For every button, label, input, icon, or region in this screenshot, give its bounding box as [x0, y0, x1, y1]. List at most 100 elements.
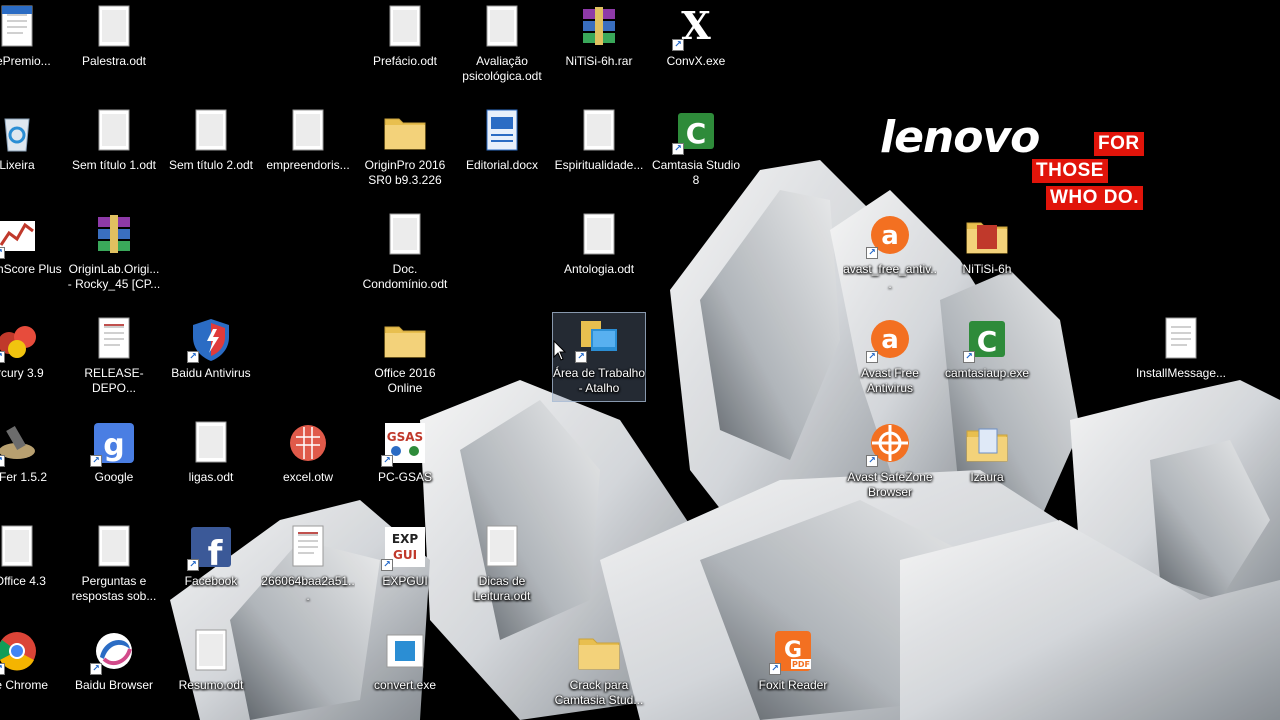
- icon-label: Lixeira: [0, 158, 35, 172]
- icon-label: Crack para Camtasia Stud...: [554, 678, 644, 707]
- foxit-reader-icon: G PDF ↗: [769, 627, 817, 675]
- desktop-icon-crack-camtasia[interactable]: Crack para Camtasia Stud...: [552, 624, 646, 714]
- desktop-icon-eoffice[interactable]: eOffice 4.3: [0, 520, 64, 610]
- desktop-icon-originpro[interactable]: OriginPro 2016 SR0 b9.3.226: [358, 104, 452, 194]
- document-icon: [381, 3, 429, 51]
- folder-icon: [381, 107, 429, 155]
- document-icon: [90, 107, 138, 155]
- desktop-icon-google[interactable]: g ↗ Google: [67, 416, 161, 506]
- desktop-icon-doc-condominio[interactable]: Doc. Condomínio.odt: [358, 208, 452, 298]
- brand-tagline-1: FOR: [1094, 132, 1144, 156]
- icon-label: Facebook: [184, 574, 238, 588]
- desktop-icon-resumo[interactable]: Resumo.odt: [164, 624, 258, 714]
- icon-label: Editorial.docx: [465, 158, 539, 172]
- folder-icon: [381, 315, 429, 363]
- icon-label: Camtasia Studio 8: [651, 158, 741, 187]
- desktop-icon-release-depo[interactable]: RELEASE-DEPO...: [67, 312, 161, 402]
- shortcut-arrow-icon: ↗: [866, 351, 878, 363]
- desktop-icon-dicas-de-leitura[interactable]: Dicas de Leitura.odt: [455, 520, 549, 610]
- svg-text:EXP: EXP: [392, 532, 418, 546]
- desktop-icon-google-chrome[interactable]: ↗ gle Chrome: [0, 624, 64, 714]
- desktop-icon-espiritualidade[interactable]: Espiritualidade...: [552, 104, 646, 194]
- desktop-icon-originlab-rar[interactable]: OriginLab.Origi... - Rocky_45 [CP...: [67, 208, 161, 298]
- desktop-icon-asepremio[interactable]: asePremio...: [0, 0, 64, 90]
- desktop-icon-excel-otw[interactable]: excel.otw: [261, 416, 355, 506]
- shortcut-arrow-icon: ↗: [187, 351, 199, 363]
- pcgsas-icon: GSAS ↗: [381, 419, 429, 467]
- brand-wordmark: lenovo: [880, 112, 1040, 163]
- desktop-icon-avast-free[interactable]: a ↗ Avast Free Antivirus: [843, 312, 937, 402]
- document-icon: [187, 419, 235, 467]
- baidu-browser-icon: ↗: [90, 627, 138, 675]
- desktop-icon-nitisi-rar[interactable]: NiTiSi-6h.rar: [552, 0, 646, 90]
- icon-label: ligas.odt: [188, 470, 234, 484]
- svg-text:C: C: [977, 325, 998, 358]
- facebook-icon: f ↗: [187, 523, 235, 571]
- document-icon: [284, 107, 332, 155]
- icon-label: Izaura: [970, 470, 1004, 484]
- desktop-icon-baidu-antivirus[interactable]: ↗ Baidu Antivirus: [164, 312, 258, 402]
- desktop-icon-266064baa2a51[interactable]: 266064baa2a51...: [261, 520, 355, 610]
- document-icon: [478, 3, 526, 51]
- document-icon: [575, 107, 623, 155]
- icon-label: PC-GSAS: [377, 470, 432, 484]
- icon-label: InstallMessage...: [1135, 366, 1227, 380]
- desktop-icon-empreendoris[interactable]: empreendoris...: [261, 104, 355, 194]
- desktop-icon-cifer[interactable]: ↗ CIFer 1.5.2: [0, 416, 64, 506]
- shortcut-arrow-icon: ↗: [90, 663, 102, 675]
- svg-text:GSAS: GSAS: [387, 430, 423, 444]
- icon-label: OriginLab.Origi... - Rocky_45 [CP...: [67, 262, 161, 291]
- folder-icon: [963, 419, 1011, 467]
- desktop-icon-sem-titulo-2[interactable]: Sem título 2.odt: [164, 104, 258, 194]
- desktop-icon-avaliacao[interactable]: Avaliação psicológica.odt: [455, 0, 549, 90]
- desktop-icon-pc-gsas[interactable]: GSAS ↗ PC-GSAS: [358, 416, 452, 506]
- desktop-icon-convx[interactable]: X ↗ ConvX.exe: [649, 0, 743, 90]
- desktop-icon-avast-safezone[interactable]: ↗ Avast SafeZone Browser: [843, 416, 937, 506]
- desktop-icon-expgui[interactable]: EXP GUI ↗ EXPGUI: [358, 520, 452, 610]
- shortcut-arrow-icon: ↗: [381, 559, 393, 571]
- desktop-icon-palestra[interactable]: Palestra.odt: [67, 0, 161, 90]
- icon-label: avast_free_antiv...: [843, 262, 937, 291]
- camtasia-icon: C ↗: [672, 107, 720, 155]
- icon-label: ercury 3.9: [0, 366, 44, 380]
- icon-label: camtasiaup.exe: [944, 366, 1030, 380]
- desktop-icon-office-2016[interactable]: Office 2016 Online: [358, 312, 452, 402]
- archive-icon: [575, 3, 623, 51]
- mercury-icon: ↗: [0, 315, 41, 363]
- desktop-icon-baidu-browser[interactable]: ↗ Baidu Browser: [67, 624, 161, 714]
- shortcut-arrow-icon: ↗: [963, 351, 975, 363]
- desktop-icon-lixeira[interactable]: Lixeira: [0, 104, 64, 194]
- folder-icon: [963, 211, 1011, 259]
- desktop-icon-perguntas[interactable]: Perguntas e respostas sob...: [67, 520, 161, 610]
- shortcut-arrow-icon: ↗: [575, 351, 587, 363]
- icon-label: Avast Free Antivirus: [861, 366, 919, 395]
- shortcut-arrow-icon: ↗: [866, 247, 878, 259]
- desktop-icon-sem-titulo-1[interactable]: Sem título 1.odt: [67, 104, 161, 194]
- svg-text:C: C: [686, 117, 707, 150]
- desktop-icon-ligas[interactable]: ligas.odt: [164, 416, 258, 506]
- shortcut-arrow-icon: ↗: [0, 351, 5, 363]
- desktop-icon-installmessage[interactable]: InstallMessage...: [1134, 312, 1228, 402]
- svg-text:f: f: [208, 534, 224, 571]
- icon-label: Sem título 2.odt: [168, 158, 254, 172]
- desktop-icon-camtasiaup[interactable]: C ↗ camtasiaup.exe: [940, 312, 1034, 402]
- icon-label: RELEASE-DEPO...: [84, 366, 144, 395]
- desktop-icon-avast-installer[interactable]: a ↗ avast_free_antiv...: [843, 208, 937, 298]
- desktop-icon-convert[interactable]: convert.exe: [358, 624, 452, 714]
- desktop-icon-facebook[interactable]: f ↗ Facebook: [164, 520, 258, 610]
- desktop-icon-camtasia-studio[interactable]: C ↗ Camtasia Studio 8: [649, 104, 743, 194]
- desktop-icon-editorial[interactable]: Editorial.docx: [455, 104, 549, 194]
- desktop-icon-izaura[interactable]: Izaura: [940, 416, 1034, 506]
- icon-label: Baidu Antivirus: [171, 366, 251, 380]
- chrome-icon: ↗: [0, 627, 41, 675]
- desktop-icon-prefacio[interactable]: Prefácio.odt: [358, 0, 452, 90]
- icon-label: Google: [94, 470, 134, 484]
- desktop-icon-antologia[interactable]: Antologia.odt: [552, 208, 646, 298]
- desktop-icon-nitisi-folder[interactable]: NiTiSi-6h: [940, 208, 1034, 298]
- icon-label: asePremio...: [0, 54, 51, 68]
- icon-label: Antologia.odt: [563, 262, 635, 276]
- svg-text:g: g: [103, 428, 124, 463]
- desktop-icon-highscore[interactable]: ↗ t HighScore Plus: [0, 208, 64, 298]
- desktop-icon-foxit-reader[interactable]: G PDF ↗ Foxit Reader: [746, 624, 840, 714]
- desktop-icon-mercury[interactable]: ↗ ercury 3.9: [0, 312, 64, 402]
